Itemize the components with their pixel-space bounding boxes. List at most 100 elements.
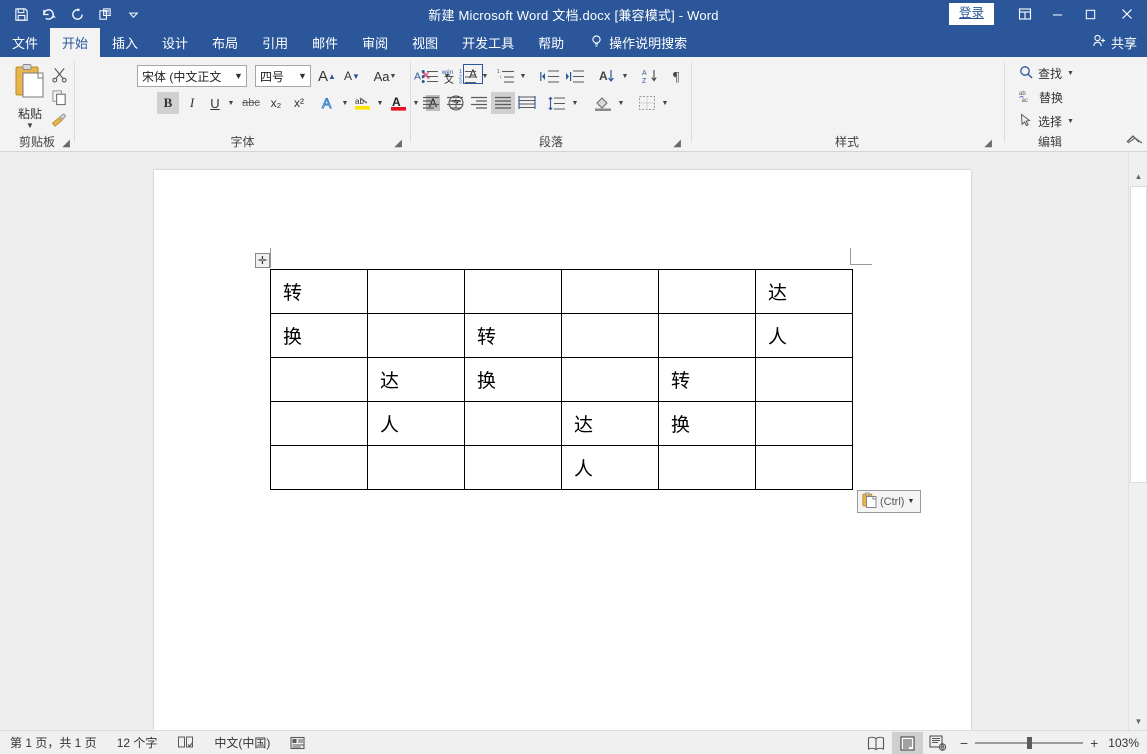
zoom-in-button[interactable]: + (1090, 736, 1098, 750)
vertical-scrollbar[interactable]: ▲ ▼ (1128, 152, 1147, 730)
table-cell[interactable] (659, 270, 756, 314)
align-justify-icon[interactable] (491, 92, 515, 114)
show-formatting-marks-icon[interactable]: ¶ (667, 65, 691, 87)
table-cell[interactable]: 换 (465, 358, 562, 402)
sort-paragraph-icon[interactable]: A (595, 65, 619, 87)
table-cell[interactable]: 转 (271, 270, 368, 314)
highlight-dropdown[interactable]: ▼ (374, 92, 386, 114)
table-cell[interactable]: 达 (562, 402, 659, 446)
table-cell[interactable]: 人 (562, 446, 659, 490)
table-cell[interactable]: 达 (756, 270, 853, 314)
text-effects-icon[interactable]: A (318, 92, 340, 114)
view-web-layout-icon[interactable] (923, 732, 954, 754)
select-button[interactable]: 选择 ▼ (1019, 113, 1074, 130)
increase-indent-icon[interactable] (563, 65, 587, 87)
numbered-list-dropdown[interactable]: ▼ (479, 65, 491, 87)
zoom-control[interactable]: − + (954, 736, 1108, 750)
table-cell[interactable] (465, 446, 562, 490)
shading-dropdown[interactable]: ▼ (615, 92, 627, 114)
chevron-down-icon[interactable]: ▼ (1067, 70, 1074, 77)
table-cell[interactable] (271, 446, 368, 490)
bullet-list-icon[interactable] (419, 65, 441, 87)
chevron-down-icon[interactable]: ▼ (26, 123, 34, 129)
grow-font-icon[interactable]: A▲ (316, 65, 338, 87)
table-cell[interactable] (271, 402, 368, 446)
replace-button[interactable]: abac 替换 (1019, 89, 1063, 106)
italic-button[interactable]: I (181, 92, 203, 114)
table-cell[interactable] (465, 402, 562, 446)
table-cell[interactable] (271, 358, 368, 402)
tell-me-search[interactable]: 操作说明搜索 (576, 28, 695, 57)
decrease-indent-icon[interactable] (538, 65, 562, 87)
table-cell[interactable] (368, 314, 465, 358)
line-spacing-icon[interactable] (545, 92, 569, 114)
zoom-out-button[interactable]: − (960, 736, 968, 750)
chevron-down-icon[interactable]: ▼ (295, 71, 310, 81)
document-table[interactable]: 转 达 换 转 人 达 换 转 (270, 269, 853, 490)
shrink-font-icon[interactable]: A▼ (341, 65, 363, 87)
strikethrough-button[interactable]: abc (238, 92, 264, 114)
table-cell[interactable]: 转 (659, 358, 756, 402)
font-dialog-launcher[interactable]: ◢ (394, 138, 402, 149)
paragraph-dialog-launcher[interactable]: ◢ (673, 138, 681, 149)
format-painter-icon[interactable] (46, 109, 72, 131)
table-cell[interactable] (562, 270, 659, 314)
table-cell[interactable] (368, 270, 465, 314)
table-cell[interactable] (368, 446, 465, 490)
underline-button[interactable]: U (205, 92, 225, 114)
table-row[interactable]: 换 转 人 (271, 314, 853, 358)
view-read-mode-icon[interactable] (861, 732, 892, 754)
bullet-list-dropdown[interactable]: ▼ (441, 65, 453, 87)
minimize-icon[interactable] (1041, 0, 1074, 28)
sort-paragraph-dropdown[interactable]: ▼ (619, 65, 631, 87)
table-row[interactable]: 人 (271, 446, 853, 490)
table-cell[interactable]: 达 (368, 358, 465, 402)
tab-insert[interactable]: 插入 (100, 28, 150, 57)
word-count[interactable]: 12 个字 (107, 734, 168, 751)
align-center-icon[interactable] (443, 92, 467, 114)
page-indicator[interactable]: 第 1 页，共 1 页 (0, 734, 107, 751)
sort-az-icon[interactable]: AZ (638, 65, 662, 87)
shading-icon[interactable] (591, 92, 615, 114)
tab-review[interactable]: 审阅 (350, 28, 400, 57)
superscript-button[interactable]: x² (288, 92, 310, 114)
table-cell[interactable]: 换 (659, 402, 756, 446)
tab-references[interactable]: 引用 (250, 28, 300, 57)
view-print-layout-icon[interactable] (892, 732, 923, 754)
paste-options-button[interactable]: (Ctrl) ▼ (857, 490, 921, 513)
redo-icon[interactable] (64, 2, 90, 26)
table-cell[interactable]: 人 (756, 314, 853, 358)
highlight-icon[interactable]: ab (352, 92, 374, 114)
borders-icon[interactable] (635, 92, 659, 114)
subscript-button[interactable]: x₂ (265, 92, 287, 114)
table-cell[interactable] (756, 358, 853, 402)
zoom-level-label[interactable]: 103% (1108, 736, 1147, 750)
table-row[interactable]: 人 达 换 (271, 402, 853, 446)
scroll-up-icon[interactable]: ▲ (1130, 168, 1147, 185)
accessibility-icon[interactable] (280, 735, 315, 750)
table-cell[interactable] (562, 358, 659, 402)
find-button[interactable]: 查找 ▼ (1019, 65, 1074, 82)
close-icon[interactable] (1107, 0, 1147, 28)
table-row[interactable]: 转 达 (271, 270, 853, 314)
chevron-down-icon[interactable]: ▼ (231, 71, 246, 81)
bold-button[interactable]: B (157, 92, 179, 114)
scrollbar-thumb[interactable] (1130, 186, 1147, 483)
font-name-combobox[interactable]: 宋体 (中文正文 ▼ (137, 65, 247, 87)
text-effects-dropdown[interactable]: ▼ (339, 92, 351, 114)
zoom-slider[interactable] (975, 742, 1083, 744)
table-cell[interactable] (756, 402, 853, 446)
cut-icon[interactable] (46, 63, 72, 85)
table-move-handle[interactable]: ✛ (255, 253, 270, 268)
align-right-icon[interactable] (467, 92, 491, 114)
borders-dropdown[interactable]: ▼ (659, 92, 671, 114)
share-button[interactable]: 共享 (1092, 28, 1137, 57)
change-case-icon[interactable]: Aa▼ (368, 65, 402, 87)
scroll-down-icon[interactable]: ▼ (1130, 713, 1147, 730)
distributed-align-icon[interactable] (515, 92, 539, 114)
table-cell[interactable] (659, 446, 756, 490)
tab-design[interactable]: 设计 (150, 28, 200, 57)
table-cell[interactable] (562, 314, 659, 358)
tab-home[interactable]: 开始 (50, 28, 100, 57)
align-left-icon[interactable] (419, 92, 443, 114)
